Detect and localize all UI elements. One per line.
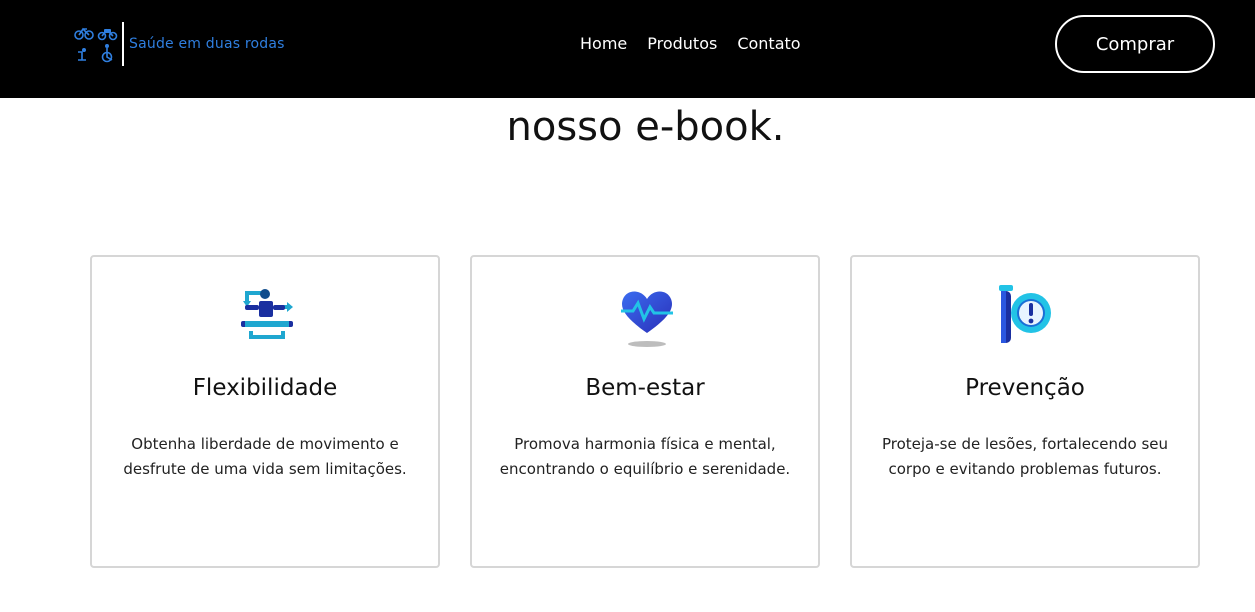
card-title: Bem-estar xyxy=(585,375,705,401)
card-description: Promova harmonia física e mental, encont… xyxy=(499,435,791,478)
bikes-logo-icon xyxy=(74,24,118,64)
card-title: Prevenção xyxy=(965,375,1085,401)
nav-home-link[interactable]: Home xyxy=(580,34,627,53)
card-description: Proteja-se de lesões, fortalecendo seu c… xyxy=(881,435,1169,478)
main-nav: Home Produtos Contato xyxy=(580,34,801,53)
brand-logo[interactable]: Saúde em duas rodas xyxy=(74,22,285,66)
nav-products-link[interactable]: Produtos xyxy=(647,34,717,53)
logo-divider xyxy=(122,22,124,66)
card-description: Obtenha liberdade de movimento e desfrut… xyxy=(123,435,407,478)
heart-pulse-icon xyxy=(617,283,677,349)
stretching-exercise-icon xyxy=(237,283,297,349)
test-tube-alert-icon xyxy=(997,283,1057,349)
section-headline: nosso e-book. xyxy=(506,104,785,150)
site-header: Saúde em duas rodas Home Produtos Contat… xyxy=(0,0,1255,98)
buy-button[interactable]: Comprar xyxy=(1055,15,1215,73)
nav-contact-link[interactable]: Contato xyxy=(737,34,800,53)
brand-name: Saúde em duas rodas xyxy=(129,36,285,52)
feature-card-prevention: Prevenção Proteja-se de lesões, fortalec… xyxy=(850,255,1200,568)
card-title: Flexibilidade xyxy=(192,375,338,401)
feature-card-flexibility: Flexibilidade Obtenha liberdade de movim… xyxy=(90,255,440,568)
feature-card-wellbeing: Bem-estar Promova harmonia física e ment… xyxy=(470,255,820,568)
